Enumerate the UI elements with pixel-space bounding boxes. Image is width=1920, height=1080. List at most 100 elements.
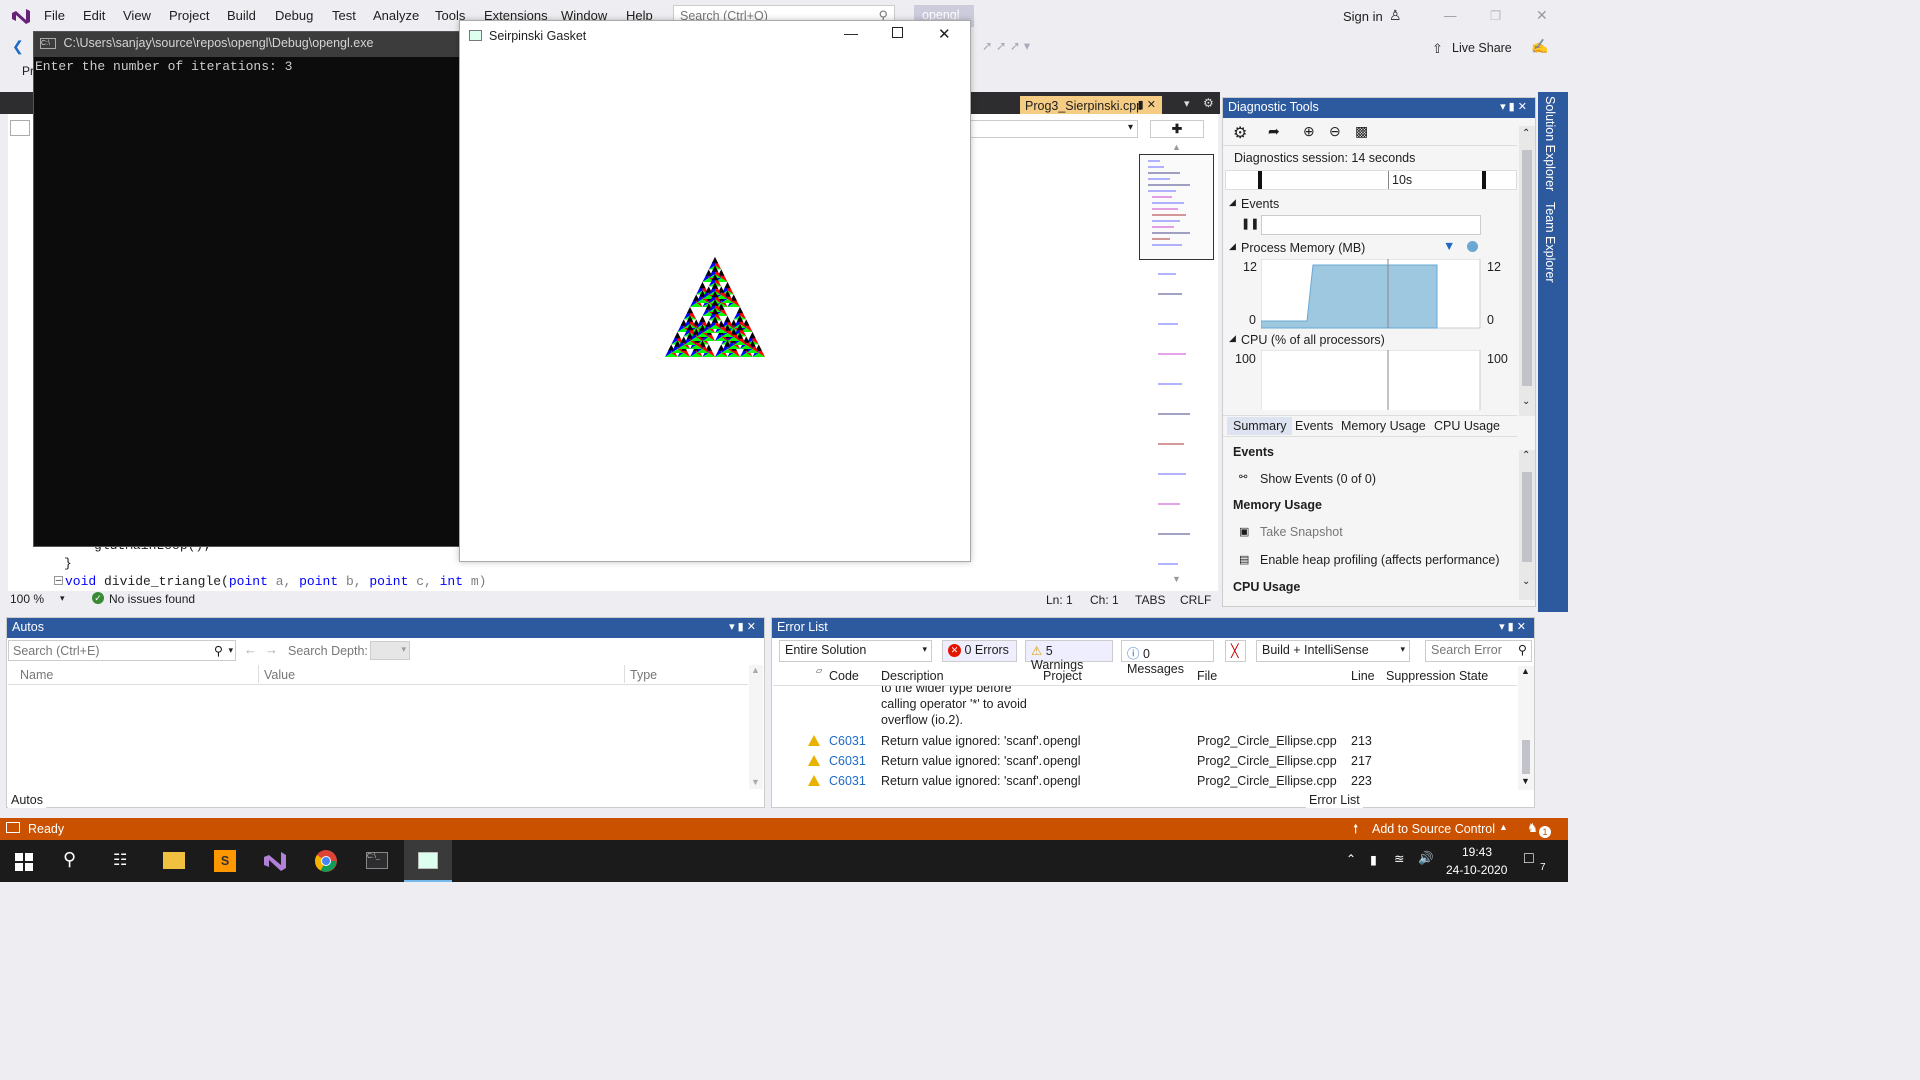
menu-file[interactable]: File — [44, 8, 65, 23]
tab-memory-usage[interactable]: Memory Usage — [1341, 419, 1426, 433]
error-code-link[interactable]: C6031 — [829, 774, 866, 788]
visual-studio-taskbar-icon[interactable] — [262, 849, 288, 873]
timeline-ruler[interactable]: 10s — [1225, 170, 1517, 190]
col-file[interactable]: File — [1197, 669, 1217, 683]
search-icon[interactable]: ⚲ — [63, 849, 76, 870]
search-depth-dropdown[interactable]: ▾ — [370, 641, 410, 660]
panel-controls-icons[interactable]: ▾ ▮ ✕ — [1500, 100, 1527, 113]
tab-error-list[interactable]: Error List — [1306, 792, 1363, 808]
tab-watch1[interactable]: Watch 1 — [96, 792, 147, 808]
menu-analyze[interactable]: Analyze — [373, 8, 419, 23]
tab-summary[interactable]: Summary — [1227, 417, 1293, 435]
sign-in-link[interactable]: Sign in — [1343, 9, 1383, 24]
menu-test[interactable]: Test — [332, 8, 356, 23]
error-list-scrollbar[interactable]: ▲ ▼ — [1518, 666, 1534, 790]
forward-arrow-icon[interactable]: → — [265, 642, 278, 657]
battery-icon[interactable]: ▮ — [1370, 852, 1377, 867]
task-view-icon[interactable]: ☷ — [113, 850, 127, 870]
tab-events[interactable]: Events — [1295, 419, 1333, 433]
events-expand-icon[interactable]: ◢ — [1229, 197, 1236, 208]
action-center-icon[interactable]: □ — [1524, 850, 1534, 868]
zoom-level[interactable]: 100 % — [10, 592, 44, 606]
scroll-up-icon[interactable]: ▲ — [751, 665, 760, 675]
diagnostic-scrollbar-top[interactable]: ⌃ ⌄ — [1519, 126, 1535, 416]
tab-immediate-window[interactable]: Immediate Window — [1139, 792, 1251, 808]
line-ending[interactable]: CRLF — [1180, 593, 1211, 607]
settings-gear-icon[interactable]: ⚙ — [1203, 96, 1214, 110]
error-code-link[interactable]: C6031 — [829, 754, 866, 768]
sierpinski-gasket-window[interactable]: Seirpinski Gasket — ✕ — [459, 20, 971, 562]
windows-start-icon[interactable] — [15, 853, 33, 871]
pause-icon[interactable]: ❚❚ — [1241, 217, 1259, 230]
gl-minimize-icon[interactable]: — — [844, 25, 858, 41]
panel-controls-icons[interactable]: ▾ ▮ ✕ — [729, 620, 756, 633]
clear-filter-icon[interactable]: ╳ — [1225, 640, 1246, 662]
partial-error-row[interactable]: to the wider type before calling operato… — [773, 686, 1517, 738]
memory-expand-icon[interactable]: ◢ — [1229, 241, 1236, 252]
clock-date[interactable]: 24-10-2020 — [1446, 863, 1507, 877]
col-type[interactable]: Type — [630, 668, 657, 682]
scroll-down-icon[interactable]: ⌄ — [1522, 396, 1530, 407]
build-filter-dropdown[interactable]: Build + IntelliSense ▾ — [1256, 640, 1410, 662]
show-events-link[interactable]: Show Events (0 of 0) — [1260, 472, 1376, 486]
col-description[interactable]: Description — [881, 669, 944, 683]
pin-close-icons[interactable]: ▮ ✕ — [1138, 98, 1156, 111]
scroll-up-icon[interactable]: ⌃ — [1522, 128, 1530, 139]
feedback-icon[interactable]: ✍ — [1531, 38, 1548, 55]
panel-controls-icons[interactable]: ▾ ▮ ✕ — [1499, 620, 1526, 633]
scroll-down-icon[interactable]: ▼ — [751, 777, 760, 787]
sort-icon[interactable]: ▱ — [816, 666, 822, 675]
menu-edit[interactable]: Edit — [83, 8, 105, 23]
zoom-dropdown-icon[interactable]: ▾ — [60, 593, 65, 604]
menu-build[interactable]: Build — [227, 8, 256, 23]
wifi-icon[interactable]: ≊ — [1394, 851, 1404, 866]
scroll-down-icon[interactable]: ⌄ — [1522, 576, 1530, 587]
collapse-icon[interactable]: – — [54, 576, 63, 586]
error-code-link[interactable]: C6031 — [829, 734, 866, 748]
col-value[interactable]: Value — [264, 668, 295, 682]
team-explorer-tab[interactable]: Team Explorer — [1543, 202, 1557, 283]
cpu-expand-icon[interactable]: ◢ — [1229, 333, 1236, 344]
settings-icon[interactable]: ⚙ — [1233, 123, 1247, 143]
scroll-up-icon[interactable]: ⌃ — [1522, 450, 1530, 461]
split-editor-icon[interactable]: ✚ — [1150, 120, 1204, 138]
live-share-icon[interactable]: ⇧ — [1432, 41, 1443, 57]
col-project[interactable]: Project — [1043, 669, 1082, 683]
live-share-button[interactable]: Live Share — [1452, 41, 1512, 55]
scroll-up-icon[interactable]: ▲ — [1521, 666, 1530, 676]
col-suppression[interactable]: Suppression State — [1386, 669, 1488, 683]
error-search-input[interactable]: Search Error ⚲ — [1425, 640, 1532, 662]
col-divider[interactable] — [258, 665, 259, 683]
notifications-icon[interactable]: ♞ — [1527, 820, 1538, 835]
autos-search-input[interactable]: Search (Ctrl+E) ⚲ ▾ — [8, 640, 236, 661]
tab-overflow-icon[interactable]: ▾ — [1184, 97, 1190, 110]
console-taskbar-icon[interactable]: C:\_ — [366, 852, 388, 869]
messages-filter-button[interactable]: ⓘ 0 Messages — [1121, 640, 1214, 676]
scroll-thumb[interactable] — [1522, 472, 1532, 562]
errors-filter-button[interactable]: ✕ 0 Errors — [942, 640, 1017, 662]
debug-step-icons[interactable]: ➚ ➚ ➚ ▾ — [982, 38, 1030, 53]
col-code[interactable]: Code — [829, 669, 859, 683]
zoom-out-icon[interactable]: ⊖ — [1329, 123, 1341, 140]
volume-icon[interactable]: 🔊 — [1418, 851, 1434, 866]
menu-debug[interactable]: Debug — [275, 8, 313, 23]
heap-profiling-toggle[interactable]: Enable heap profiling (affects performan… — [1260, 553, 1500, 567]
tab-prog3-sierpinski[interactable]: Prog3_Sierpinski.cpp ▮ ✕ — [1020, 96, 1162, 116]
restore-icon[interactable]: ❐ — [1490, 8, 1501, 23]
minimize-icon[interactable]: — — [1444, 9, 1457, 23]
output-window-icon[interactable] — [6, 822, 20, 833]
file-explorer-icon[interactable] — [163, 852, 185, 869]
tab-cpu-usage[interactable]: CPU Usage — [1434, 419, 1500, 433]
export-icon[interactable]: ➦ — [1268, 123, 1280, 140]
warnings-filter-button[interactable]: ⚠ 5 Warnings — [1025, 640, 1113, 672]
events-track[interactable] — [1261, 215, 1481, 235]
close-icon[interactable]: ✕ — [1536, 7, 1548, 24]
chevron-up-icon[interactable]: ▲ — [1499, 822, 1508, 832]
tab-locals[interactable]: Locals — [51, 792, 93, 808]
tab-call-stack[interactable]: Call Stack — [773, 792, 835, 808]
add-to-source-control[interactable]: Add to Source Control — [1372, 822, 1495, 836]
console-window[interactable]: C:\ C:\Users\sanjay\source\repos\opengl\… — [33, 31, 463, 547]
timeline-start-marker[interactable] — [1258, 171, 1262, 189]
chart-options-icon[interactable]: ▩ — [1355, 123, 1368, 140]
scroll-thumb[interactable] — [1522, 150, 1532, 386]
